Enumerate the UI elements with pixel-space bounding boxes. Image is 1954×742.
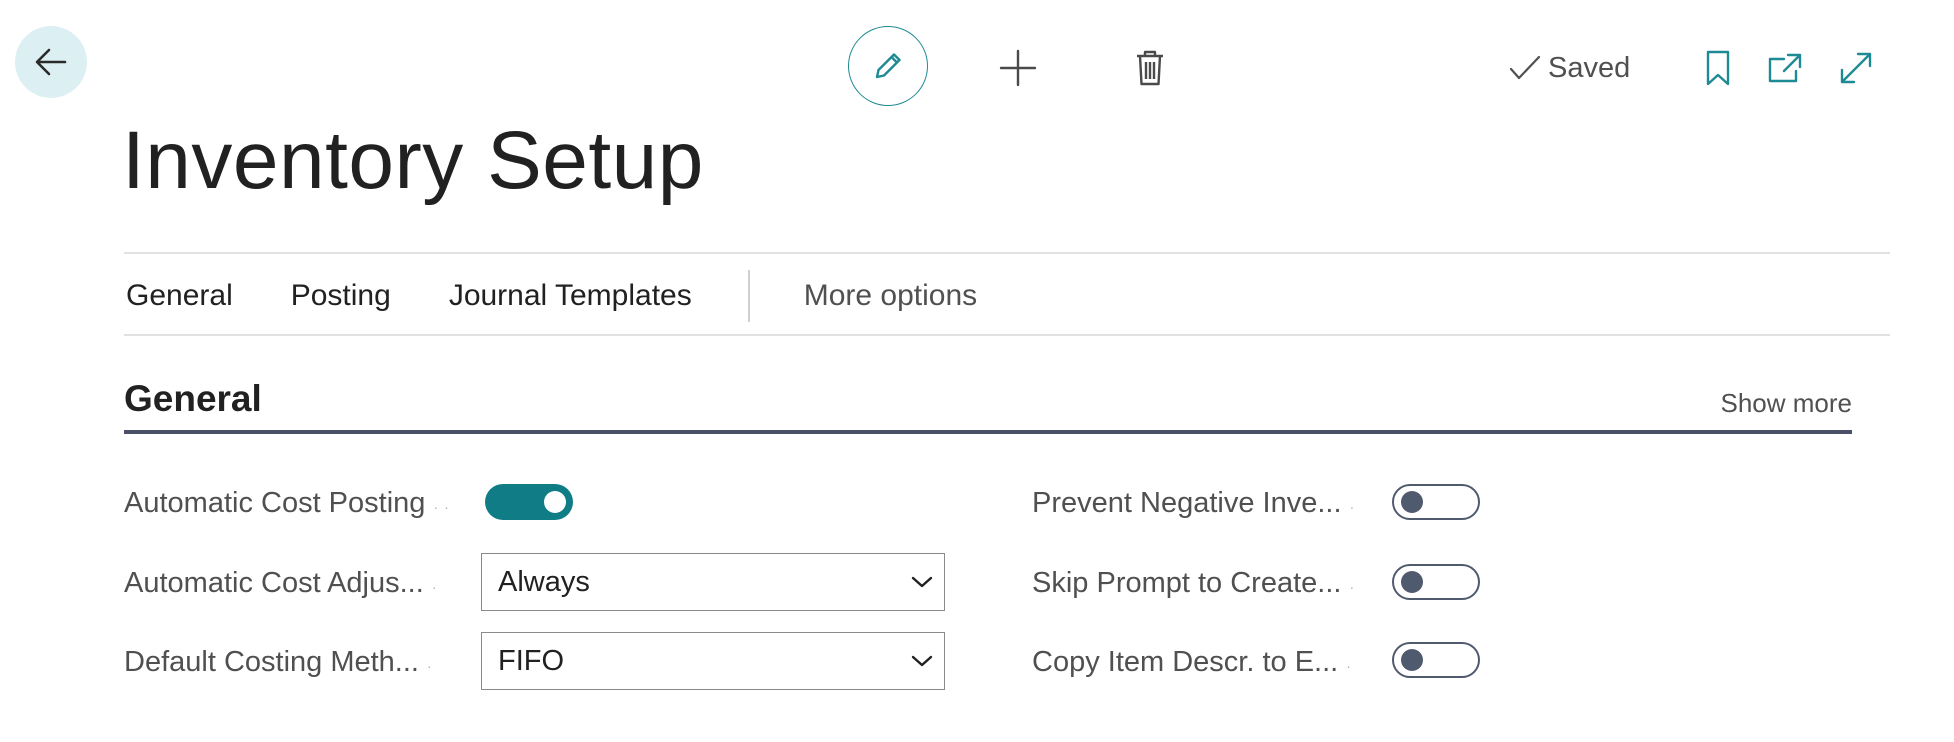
expand-icon	[1836, 48, 1876, 88]
label-dots: ·	[427, 658, 438, 674]
expand-button[interactable]	[1834, 46, 1878, 90]
bookmark-icon	[1704, 49, 1732, 87]
tab-posting[interactable]: Posting	[291, 279, 391, 313]
label-dots: ··	[433, 499, 455, 515]
toggle-knob	[544, 491, 566, 513]
open-new-window-icon	[1766, 51, 1804, 85]
skip-prompt-to-create-label: Skip Prompt to Create... ·	[1032, 567, 1361, 599]
section-underline	[124, 430, 1852, 434]
toggle-knob	[1401, 649, 1423, 671]
tabs-bottom-divider	[124, 334, 1890, 336]
back-button[interactable]	[15, 26, 87, 98]
prevent-negative-inventory-label: Prevent Negative Inve... ·	[1032, 487, 1361, 519]
tabs-top-divider	[124, 252, 1890, 254]
skip-prompt-to-create-toggle[interactable]	[1392, 564, 1480, 600]
edit-button[interactable]	[848, 26, 928, 106]
toggle-knob	[1401, 571, 1423, 593]
tab-separator	[747, 270, 750, 322]
label-dots: ·	[1346, 658, 1357, 674]
new-button[interactable]	[994, 44, 1042, 92]
automatic-cost-posting-toggle[interactable]	[485, 484, 573, 520]
select-value: Always	[498, 565, 590, 598]
show-more-link[interactable]: Show more	[1721, 388, 1853, 419]
automatic-cost-adjustment-label: Automatic Cost Adjus... ·	[124, 567, 443, 599]
open-new-window-button[interactable]	[1764, 48, 1806, 88]
tab-journal-templates[interactable]: Journal Templates	[449, 279, 692, 313]
chevron-down-icon	[910, 653, 934, 669]
copy-item-descr-label: Copy Item Descr. to E... ·	[1032, 646, 1357, 678]
back-arrow-icon	[31, 42, 71, 82]
tab-bar: General Posting Journal Templates More o…	[126, 270, 977, 322]
trash-icon	[1133, 48, 1167, 88]
automatic-cost-adjustment-select[interactable]: Always	[481, 553, 945, 611]
automatic-cost-posting-label: Automatic Cost Posting ··	[124, 487, 455, 519]
plus-icon	[998, 48, 1038, 88]
bookmark-button[interactable]	[1700, 46, 1736, 90]
more-options-button[interactable]: More options	[804, 279, 977, 313]
section-title: General	[124, 378, 262, 419]
default-costing-method-select[interactable]: FIFO	[481, 632, 945, 690]
edit-pencil-icon	[869, 47, 907, 85]
delete-button[interactable]	[1128, 44, 1172, 92]
tab-general[interactable]: General	[126, 279, 233, 313]
label-dots: ·	[1349, 499, 1361, 515]
select-value: FIFO	[498, 644, 565, 677]
label-dots: ·	[431, 579, 443, 595]
saved-label: Saved	[1548, 51, 1631, 84]
checkmark-icon	[1508, 53, 1548, 83]
default-costing-method-label: Default Costing Meth... ·	[124, 646, 438, 678]
copy-item-descr-toggle[interactable]	[1392, 642, 1480, 678]
prevent-negative-inventory-toggle[interactable]	[1392, 484, 1480, 520]
toggle-knob	[1401, 491, 1423, 513]
label-dots: ·	[1349, 579, 1361, 595]
page-title: Inventory Setup	[122, 115, 704, 206]
saved-status: Saved	[1508, 48, 1630, 88]
chevron-down-icon	[910, 574, 934, 590]
